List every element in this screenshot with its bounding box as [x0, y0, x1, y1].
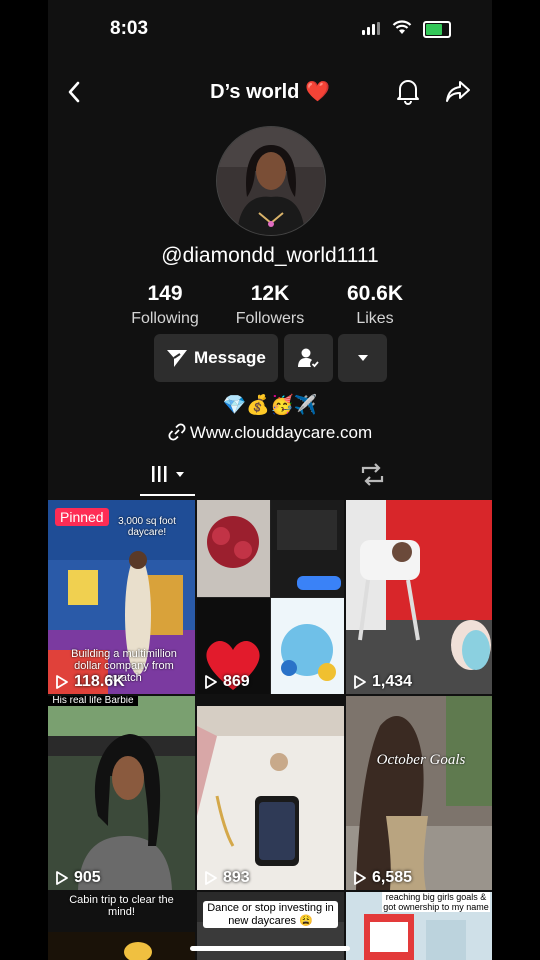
- view-count-value: 118.6K: [74, 673, 125, 690]
- status-bar: 8:03: [48, 0, 492, 60]
- caret-down-icon: [358, 355, 368, 361]
- more-options-button[interactable]: [338, 334, 387, 382]
- video-caption-overlay: October Goals: [376, 752, 466, 768]
- view-count: 6,585: [354, 869, 412, 887]
- play-icon: [205, 675, 217, 689]
- view-count-value: 905: [74, 869, 101, 886]
- share-icon[interactable]: [445, 78, 471, 104]
- link-icon: [168, 423, 186, 441]
- video-tile-4[interactable]: His real life Barbie 905: [48, 696, 195, 890]
- tab-indicator: [140, 494, 195, 496]
- following-status-button[interactable]: [284, 334, 333, 382]
- play-icon: [354, 675, 366, 689]
- view-count-value: 1,434: [372, 673, 413, 690]
- avatar[interactable]: [216, 126, 326, 236]
- stat-followers[interactable]: 12K Followers: [215, 282, 325, 328]
- play-icon: [56, 871, 68, 885]
- stat-likes-value: 60.6K: [346, 282, 404, 305]
- profile-link-text: Www.clouddaycare.com: [189, 423, 373, 442]
- tab-reposts[interactable]: [358, 462, 388, 488]
- play-icon: [354, 871, 366, 885]
- message-button[interactable]: Message: [154, 334, 278, 382]
- view-count-value: 893: [223, 869, 250, 886]
- message-button-label: Message: [194, 348, 266, 367]
- profile-bio: 💎💰🥳✈️: [222, 395, 318, 416]
- bell-icon[interactable]: [396, 77, 420, 105]
- tab-videos[interactable]: [148, 462, 188, 488]
- stat-following-label: Following: [131, 310, 199, 327]
- video-tile-1[interactable]: Pinned 3,000 sq foot daycare! Building a…: [48, 500, 195, 694]
- view-count: 1,434: [354, 673, 412, 691]
- video-tile-5[interactable]: 893: [197, 696, 344, 890]
- video-tile-2[interactable]: 869: [197, 500, 344, 694]
- profile-link[interactable]: Www.clouddaycare.com: [48, 423, 492, 443]
- view-count: 893: [205, 869, 250, 887]
- stat-likes-label: Likes: [356, 310, 394, 327]
- user-check-icon: [298, 348, 320, 369]
- send-icon: [167, 350, 187, 367]
- profile-handle: @diamondd_world1111: [161, 244, 379, 267]
- video-tile-9[interactable]: reaching big girls goals & got ownership…: [346, 892, 492, 960]
- video-caption-top: Dance or stop investing in new daycares …: [203, 901, 338, 928]
- video-tile-7[interactable]: Cabin trip to clear the mind!: [48, 892, 195, 960]
- pinned-badge: Pinned: [55, 508, 109, 526]
- stat-following-value: 149: [147, 282, 183, 305]
- video-tile-3[interactable]: 1,434: [346, 500, 492, 694]
- repost-icon: [361, 463, 384, 486]
- stat-followers-label: Followers: [235, 310, 305, 327]
- stat-following[interactable]: 149 Following: [110, 282, 220, 328]
- view-count-value: 6,585: [372, 869, 413, 886]
- play-icon: [205, 871, 217, 885]
- stat-followers-value: 12K: [250, 282, 290, 305]
- view-count-value: 869: [223, 673, 250, 690]
- view-count: 118.6K: [56, 673, 125, 691]
- video-grid: Pinned 3,000 sq foot daycare! Building a…: [48, 500, 492, 960]
- profile-screen: 8:03 D’s world ❤️ @diamondd_world1111 14…: [48, 0, 492, 960]
- page-title: D’s world ❤️: [210, 81, 330, 103]
- wifi-icon: [392, 20, 412, 34]
- play-icon: [56, 675, 68, 689]
- view-count: 905: [56, 869, 101, 887]
- video-caption-top: His real life Barbie: [48, 696, 138, 706]
- home-indicator: [190, 946, 350, 951]
- stat-likes[interactable]: 60.6K Likes: [320, 282, 430, 328]
- video-caption-top: reaching big girls goals & got ownership…: [382, 892, 490, 912]
- battery-icon: [423, 21, 451, 38]
- grid-icon: [152, 466, 184, 482]
- view-count: 869: [205, 673, 250, 691]
- video-caption-top: Cabin trip to clear the mind!: [69, 894, 174, 918]
- status-time: 8:03: [110, 18, 149, 39]
- video-caption-top: 3,000 sq foot daycare!: [118, 516, 176, 538]
- video-tile-6[interactable]: October Goals 6,585: [346, 696, 492, 890]
